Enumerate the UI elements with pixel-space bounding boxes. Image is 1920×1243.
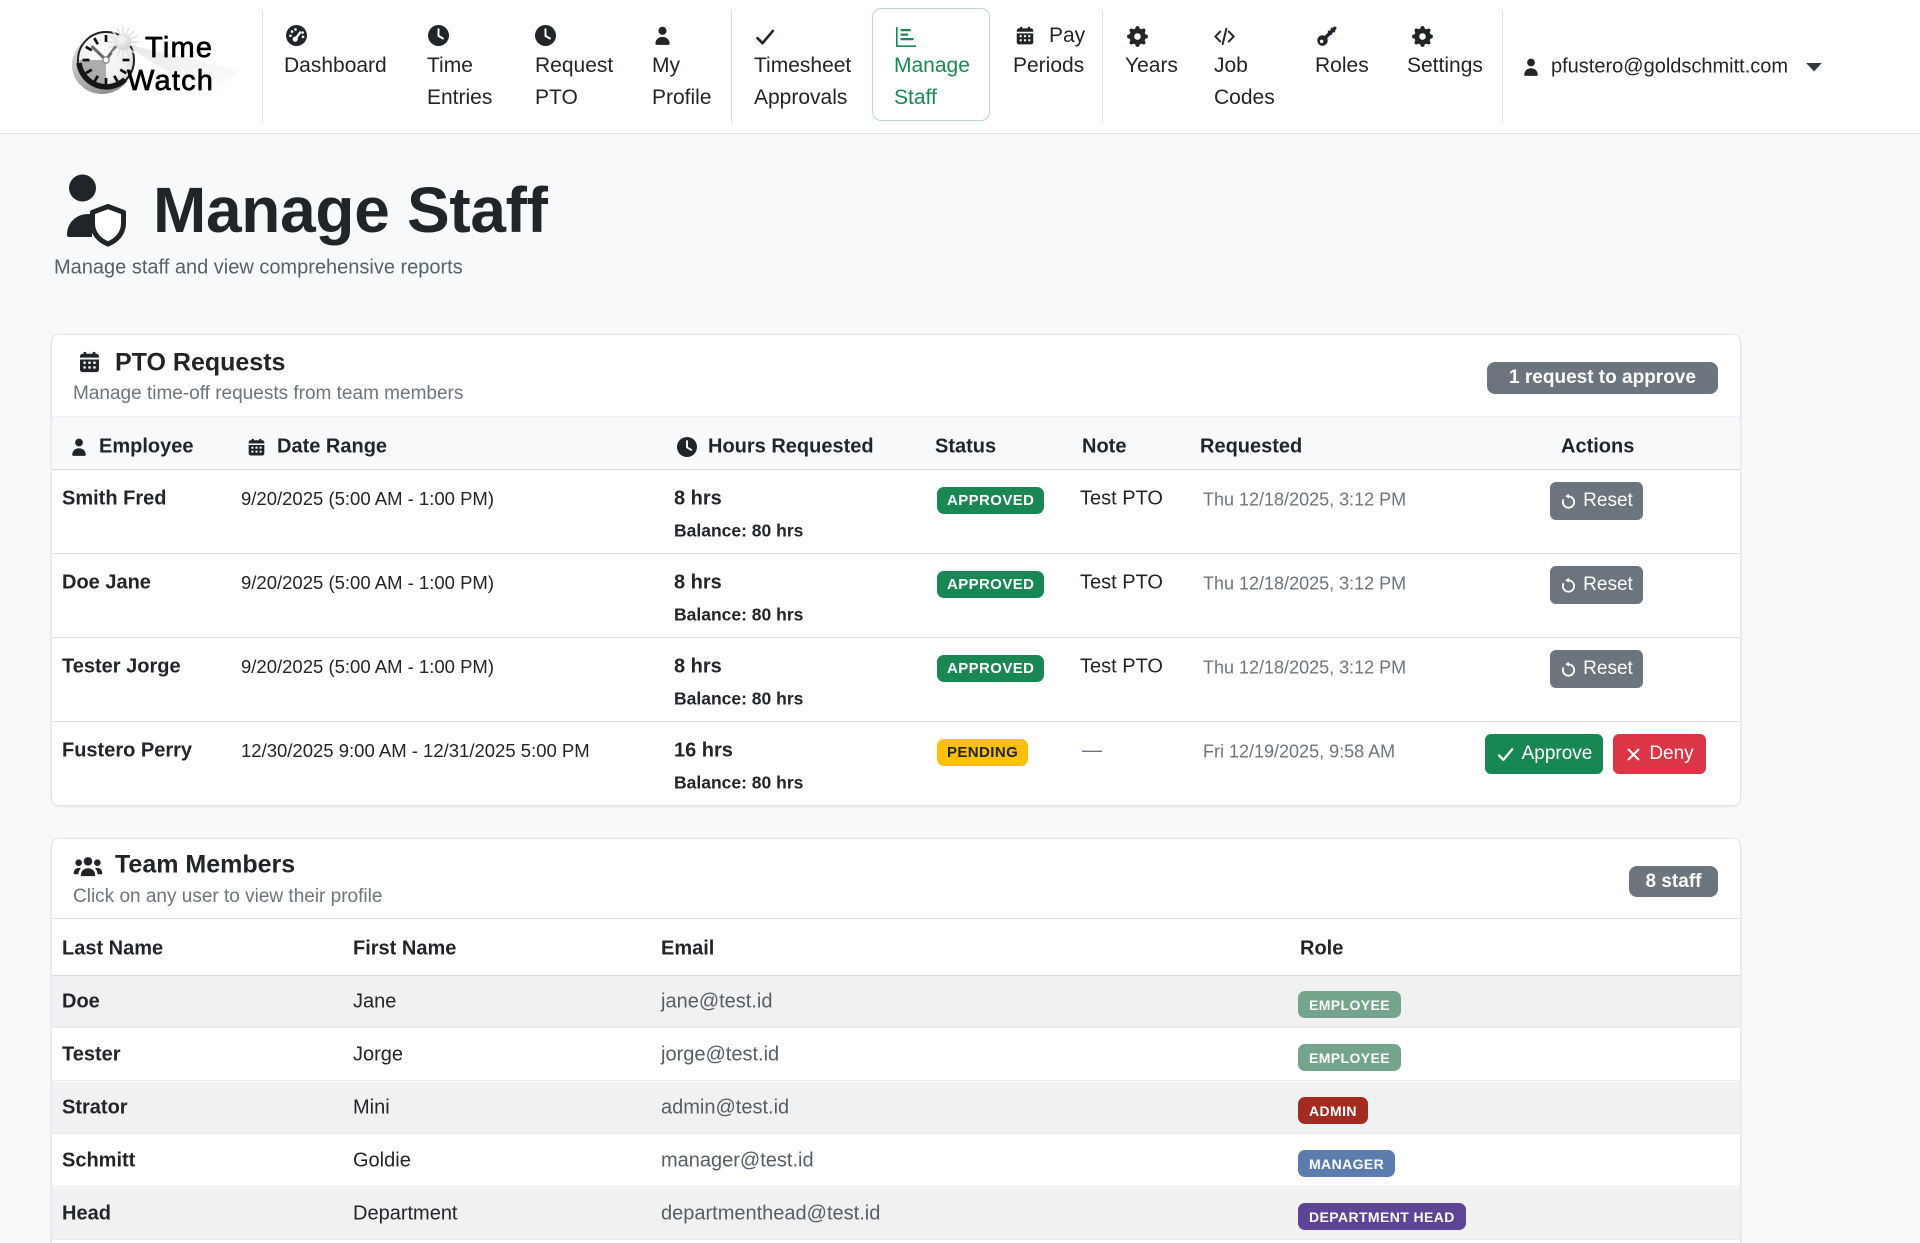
svg-text:Time: Time [145, 32, 213, 64]
svg-text:Watch: Watch [127, 65, 214, 97]
